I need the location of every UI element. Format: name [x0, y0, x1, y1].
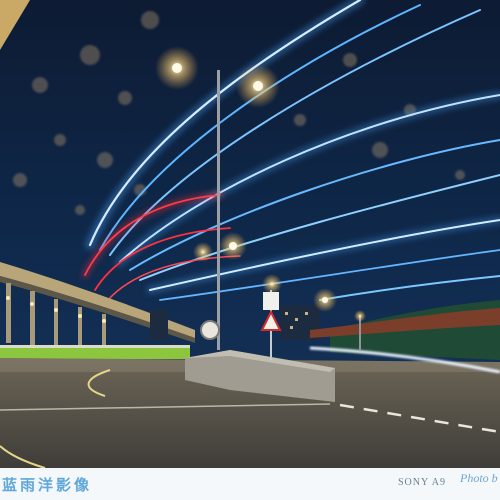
camera-model: SONY A9: [398, 477, 447, 488]
brand-watermark: 蓝雨洋影像: [2, 476, 93, 494]
green-barrier: [0, 347, 190, 359]
watermark-bar: 蓝雨洋影像 SONY A9 Photo b: [0, 468, 500, 500]
barrier-sign: [200, 320, 220, 340]
night-photo: [0, 0, 500, 468]
photographer-signature: Photo b: [460, 471, 498, 485]
